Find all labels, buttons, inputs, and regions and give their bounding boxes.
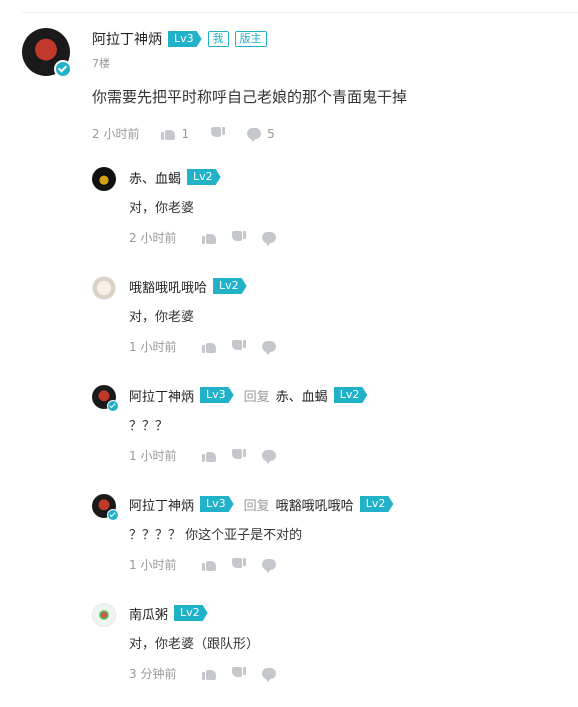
comment-icon (262, 450, 277, 464)
level-badge: Lv3 (200, 387, 234, 403)
tag-moderator: 版主 (234, 31, 267, 47)
username[interactable]: 阿拉丁神炳 (92, 29, 162, 49)
verified-icon (107, 509, 119, 521)
comment-icon (262, 559, 277, 573)
floor-number: 7楼 (92, 57, 110, 70)
timestamp: 2 小时前 (129, 231, 177, 245)
thumb-down-icon (211, 127, 225, 140)
thumb-down-icon (232, 340, 246, 353)
level-badge: Lv2 (213, 278, 247, 294)
avatar[interactable] (22, 28, 72, 78)
reply-button[interactable]: 5 (247, 126, 275, 142)
like-button[interactable]: 1 (161, 127, 189, 141)
reply-username[interactable]: 赤、血蝎 (129, 168, 181, 187)
reply-username[interactable]: 阿拉丁神炳 (129, 495, 194, 514)
thumb-up-icon (161, 127, 176, 140)
dislike-button[interactable] (232, 231, 246, 244)
like-button[interactable] (202, 231, 217, 244)
timestamp: 1 小时前 (129, 340, 177, 354)
reply-button[interactable] (262, 232, 277, 246)
avatar[interactable] (92, 276, 116, 300)
like-count: 1 (181, 126, 190, 141)
reply-text: 对，你老婆 (129, 310, 195, 325)
reply-button[interactable] (262, 668, 277, 682)
reply-item: 阿拉丁神炳 Lv3 回复 赤、血蝎 Lv2 ？？？ 1 小时前 (92, 385, 552, 464)
like-button[interactable] (202, 558, 217, 571)
reply-text: 对，你老婆（跟队形） (129, 637, 260, 652)
timestamp: 1 小时前 (129, 449, 177, 463)
main-comment: 阿拉丁神炳 Lv3 我 版主 7楼 你需要先把平时称呼自己老娘的那个青面鬼干掉 … (22, 28, 562, 142)
thumb-down-icon (232, 667, 246, 680)
avatar[interactable] (92, 494, 119, 521)
comment-text: 你需要先把平时称呼自己老娘的那个青面鬼干掉 (92, 88, 408, 106)
dislike-button[interactable] (232, 558, 246, 571)
timestamp: 2 小时前 (92, 127, 140, 141)
avatar[interactable] (92, 167, 116, 191)
top-divider (22, 12, 578, 13)
reply-button[interactable] (262, 341, 277, 355)
thumb-up-icon (202, 340, 217, 353)
reply-to-username[interactable]: 哦豁哦吼哦哈 (276, 495, 354, 514)
thumb-up-icon (202, 449, 217, 462)
reply-button[interactable] (262, 559, 277, 573)
level-badge: Lv2 (333, 387, 368, 403)
avatar[interactable] (92, 603, 116, 627)
reply-count: 5 (267, 126, 275, 141)
thumb-down-icon (232, 449, 246, 462)
reply-button[interactable] (262, 450, 277, 464)
comment-actions: 2 小时前 1 5 (92, 125, 562, 142)
thumb-down-icon (232, 231, 246, 244)
avatar[interactable] (92, 385, 119, 412)
level-badge: Lv2 (187, 169, 221, 185)
level-badge: Lv3 (168, 31, 202, 47)
reply-text: ？？？？ 你这个亚子是不对的 (129, 528, 303, 543)
like-button[interactable] (202, 449, 217, 462)
comment-icon (247, 128, 262, 142)
reply-item: 阿拉丁神炳 Lv3 回复 哦豁哦吼哦哈 Lv2 ？？？？ 你这个亚子是不对的 1… (92, 494, 552, 573)
thumb-up-icon (202, 667, 217, 680)
reply-text: ？？？ (129, 419, 169, 434)
dislike-button[interactable] (232, 667, 246, 680)
like-button[interactable] (202, 667, 217, 680)
dislike-button[interactable] (232, 449, 246, 462)
reply-to-label: 回复 (243, 389, 270, 405)
tag-me: 我 (207, 31, 229, 47)
reply-username[interactable]: 南瓜粥 (129, 604, 168, 623)
timestamp: 1 小时前 (129, 558, 177, 572)
comment-icon (262, 668, 277, 682)
reply-item: 赤、血蝎 Lv2 对，你老婆 2 小时前 (92, 167, 552, 246)
reply-username[interactable]: 阿拉丁神炳 (129, 386, 194, 405)
dislike-button[interactable] (211, 127, 225, 140)
reply-username[interactable]: 哦豁哦吼哦哈 (129, 277, 207, 296)
reply-item: 南瓜粥 Lv2 对，你老婆（跟队形） 3 分钟前 (92, 603, 552, 682)
like-button[interactable] (202, 340, 217, 353)
reply-to-username[interactable]: 赤、血蝎 (276, 386, 328, 405)
comment-icon (262, 341, 277, 355)
thumb-down-icon (232, 558, 246, 571)
thumb-up-icon (202, 231, 217, 244)
level-badge: Lv2 (174, 605, 208, 621)
thumb-up-icon (202, 558, 217, 571)
reply-text: 对，你老婆 (129, 201, 195, 216)
level-badge: Lv2 (359, 496, 394, 512)
reply-to-label: 回复 (243, 498, 270, 514)
verified-icon (107, 400, 119, 412)
verified-icon (54, 60, 72, 78)
level-badge: Lv3 (200, 496, 234, 512)
comment-icon (262, 232, 277, 246)
dislike-button[interactable] (232, 340, 246, 353)
timestamp: 3 分钟前 (129, 667, 177, 681)
reply-item: 哦豁哦吼哦哈 Lv2 对，你老婆 1 小时前 (92, 276, 552, 355)
